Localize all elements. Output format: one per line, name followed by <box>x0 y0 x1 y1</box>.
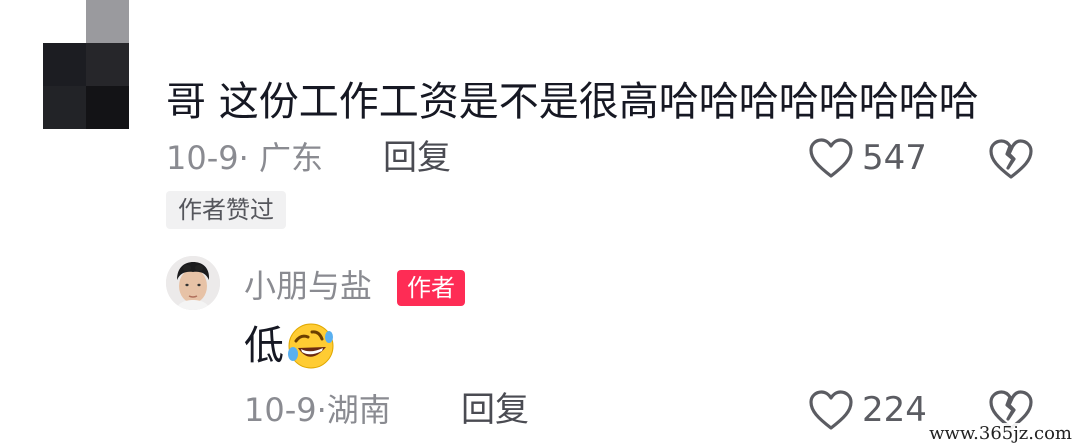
reply-like-count: 224 <box>862 390 927 430</box>
reply-username[interactable]: 小朋与盐 <box>244 266 372 306</box>
reply-like-button[interactable]: 224 <box>808 389 927 431</box>
reply-avatar[interactable] <box>166 256 220 310</box>
commenter-avatar[interactable] <box>43 0 129 129</box>
avatar-pixel <box>43 86 86 129</box>
comment-location: 广东 <box>258 139 323 177</box>
avatar-pixel <box>86 0 129 43</box>
comment-meta: 10-9· 广东 <box>166 139 323 177</box>
reply-meta: 10-9·湖南 <box>244 391 391 429</box>
reply-location: 湖南 <box>326 391 391 429</box>
watermark: www.365jz.com <box>927 423 1074 444</box>
reply-reply-button[interactable]: 回复 <box>461 390 529 430</box>
reply-text-row: 低 <box>244 321 336 371</box>
comment-reply-button[interactable]: 回复 <box>383 138 451 178</box>
broken-heart-icon <box>989 139 1033 179</box>
reply-date: 10-9 <box>244 391 317 429</box>
comment-date: 10-9 <box>166 139 239 177</box>
comment-like-count: 547 <box>862 138 927 178</box>
heart-outline-icon <box>809 138 853 178</box>
avatar-pixel <box>86 43 129 86</box>
comment-dislike-button[interactable] <box>988 138 1034 184</box>
comment-text: 哥 这份工作工资是不是很高哈哈哈哈哈哈哈哈 <box>166 79 979 125</box>
author-tag: 作者 <box>397 270 465 306</box>
comment-like-button[interactable]: 547 <box>808 137 927 179</box>
rolling-on-floor-laughing-emoji <box>288 323 334 369</box>
avatar-pixel <box>43 43 86 86</box>
avatar-pixel <box>86 86 129 129</box>
reply-text: 低 <box>244 323 284 369</box>
liked-by-author-badge: 作者赞过 <box>166 191 286 229</box>
heart-outline-icon <box>809 390 853 430</box>
avatar-photo <box>166 256 220 310</box>
